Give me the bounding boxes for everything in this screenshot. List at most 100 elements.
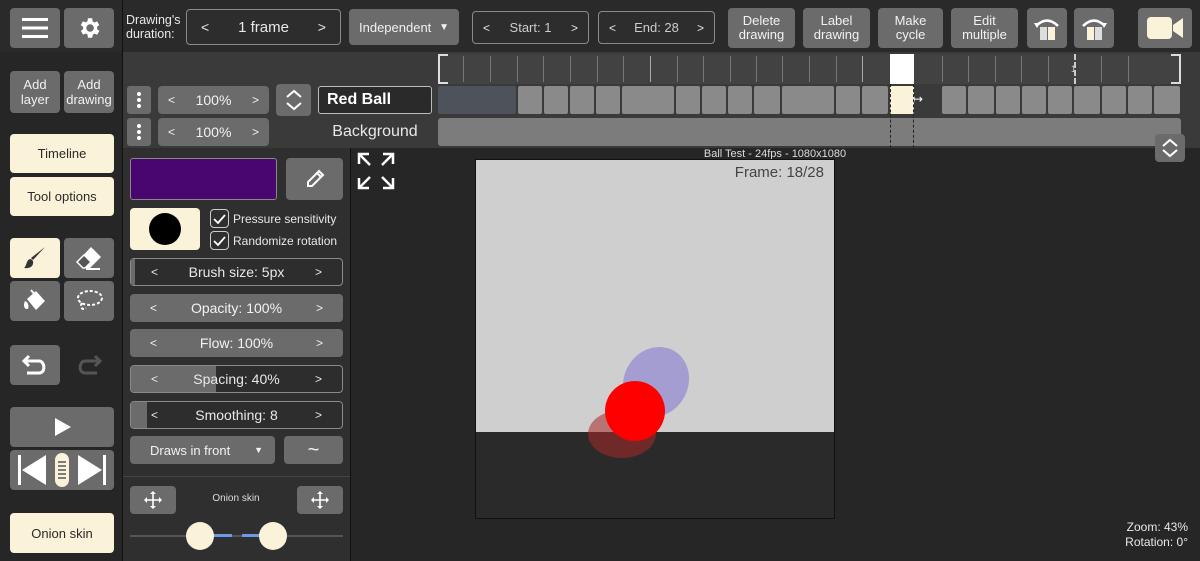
decrease-icon[interactable]: < (168, 125, 175, 139)
frame-counter: Frame: 18/28 (734, 164, 824, 181)
decrease-icon[interactable]: < (483, 21, 490, 35)
undo-button[interactable] (10, 345, 60, 385)
onion-skin-range-slider[interactable] (130, 522, 343, 550)
playhead[interactable] (890, 54, 914, 84)
gear-icon (80, 18, 100, 38)
increase-icon[interactable]: > (571, 21, 578, 35)
frame-scrubber[interactable] (10, 450, 114, 490)
increase-icon[interactable]: > (315, 408, 322, 422)
flip-left-button[interactable] (1027, 8, 1067, 48)
decrease-icon[interactable]: < (201, 19, 209, 35)
draw-order-value: Draws in front (150, 442, 231, 458)
end-bracket-icon[interactable] (1171, 54, 1181, 84)
reorder-layer-button[interactable] (276, 84, 311, 116)
layer-opacity-stepper[interactable]: < 100% > (158, 118, 269, 146)
vertical-dots-icon (137, 124, 141, 140)
collapse-timeline-button[interactable] (1155, 134, 1185, 162)
previous-frame-icon[interactable] (16, 453, 48, 487)
label-drawing-button[interactable]: Label drawing (803, 8, 870, 48)
lasso-tool-button[interactable] (64, 281, 114, 321)
redo-button[interactable] (64, 345, 114, 385)
flip-right-button[interactable] (1074, 8, 1114, 48)
checkbox-checked-icon (210, 231, 229, 250)
onion-skin-move-left-button[interactable] (130, 486, 176, 514)
eyedropper-icon (306, 169, 324, 187)
decrease-icon[interactable]: < (150, 301, 157, 315)
opacity-slider[interactable]: < Opacity: 100% > (130, 294, 343, 322)
pressure-sensitivity-checkbox[interactable]: Pressure sensitivity (210, 209, 336, 228)
scrub-handle-icon[interactable] (55, 453, 69, 487)
brush-icon (24, 247, 45, 269)
timeline-button[interactable]: Timeline (10, 134, 114, 173)
increase-icon[interactable]: > (316, 301, 323, 315)
eraser-tool-button[interactable] (64, 238, 114, 278)
layer-menu-button[interactable] (127, 86, 151, 114)
selected-frame-cell[interactable] (890, 86, 914, 114)
brush-preview[interactable] (130, 208, 200, 250)
decrease-icon[interactable]: < (150, 336, 157, 350)
color-swatch[interactable] (130, 158, 277, 200)
increase-icon[interactable]: > (252, 125, 259, 139)
next-frame-icon[interactable] (76, 453, 108, 487)
flow-slider[interactable]: < Flow: 100% > (130, 329, 343, 357)
dropdown-arrow-icon: ▼ (254, 445, 263, 455)
track-background[interactable] (438, 118, 1181, 146)
play-button[interactable] (10, 407, 114, 447)
onion-skin-button[interactable]: Onion skin (10, 513, 114, 553)
slider-handle-after[interactable] (259, 522, 287, 550)
increase-icon[interactable]: > (315, 265, 322, 279)
increase-icon[interactable]: > (318, 19, 326, 35)
add-layer-button[interactable]: Add layer (10, 71, 60, 113)
increase-icon[interactable]: > (315, 372, 322, 386)
smoothing-value: Smoothing: 8 (195, 407, 278, 423)
settings-button[interactable] (64, 8, 114, 48)
fill-tool-button[interactable] (10, 281, 60, 321)
drawing-canvas[interactable]: Frame: 18/28 (475, 159, 835, 519)
camera-button[interactable] (1138, 8, 1192, 48)
flow-value: Flow: 100% (199, 335, 274, 351)
menu-button[interactable] (10, 8, 60, 48)
delete-drawing-button[interactable]: Delete drawing (728, 8, 795, 48)
zoom-readout: Zoom: 43% (1126, 520, 1188, 534)
end-stepper[interactable]: < End: 28 > (598, 11, 715, 44)
slider-handle-before[interactable] (186, 522, 214, 550)
make-cycle-button[interactable]: Make cycle (878, 8, 943, 48)
onion-skin-move-right-button[interactable] (297, 486, 343, 514)
end-frame-marker: 1 (1071, 64, 1077, 74)
layer-name[interactable]: Background (318, 119, 432, 147)
start-stepper[interactable]: < Start: 1 > (472, 11, 589, 44)
flip-left-icon (1034, 19, 1059, 40)
smoothing-slider[interactable]: < Smoothing: 8 > (130, 401, 343, 429)
draw-order-select[interactable]: Draws in front ▼ (130, 436, 275, 464)
mode-select[interactable]: Independent ▼ (349, 9, 459, 45)
end-value: End: 28 (634, 20, 679, 35)
extend-arrow-icon[interactable]: ↦ (913, 92, 923, 106)
hamburger-icon (22, 18, 48, 38)
spacing-slider[interactable]: < Spacing: 40% > (130, 365, 343, 393)
stabilizer-button[interactable]: ~ (284, 436, 343, 464)
brush-size-slider[interactable]: < Brush size: 5px > (130, 258, 343, 286)
add-drawing-button[interactable]: Add drawing (64, 71, 114, 113)
randomize-rotation-checkbox[interactable]: Randomize rotation (210, 231, 337, 250)
layer-menu-button[interactable] (127, 118, 151, 146)
start-bracket-icon[interactable] (438, 54, 448, 84)
decrease-icon[interactable]: < (151, 265, 158, 279)
decrease-icon[interactable]: < (151, 372, 158, 386)
play-icon (55, 418, 71, 436)
decrease-icon[interactable]: < (168, 93, 175, 107)
fullscreen-button[interactable] (357, 152, 395, 190)
decrease-icon[interactable]: < (609, 21, 616, 35)
edit-multiple-button[interactable]: Edit multiple (951, 8, 1018, 48)
increase-icon[interactable]: > (697, 21, 704, 35)
layer-opacity-value: 100% (195, 92, 232, 108)
increase-icon[interactable]: > (252, 93, 259, 107)
decrease-icon[interactable]: < (151, 408, 158, 422)
eyedropper-button[interactable] (286, 158, 343, 200)
tool-options-button[interactable]: Tool options (10, 177, 114, 216)
layer-name[interactable]: Red Ball (318, 86, 432, 114)
brush-tool-button[interactable] (10, 238, 60, 278)
increase-icon[interactable]: > (316, 336, 323, 350)
ground-area (476, 432, 834, 518)
layer-opacity-stepper[interactable]: < 100% > (158, 86, 269, 114)
duration-stepper[interactable]: < 1 frame > (186, 9, 341, 45)
